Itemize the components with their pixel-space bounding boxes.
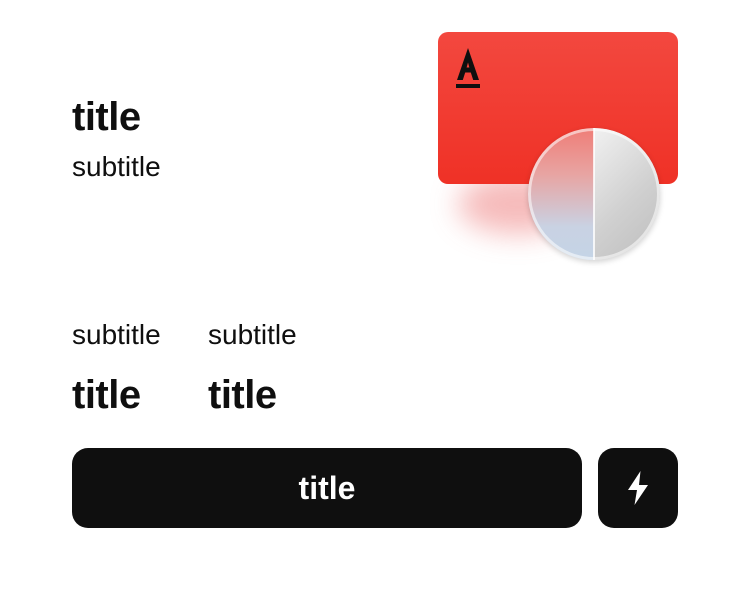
coin-icon	[528, 128, 660, 260]
stat-item: subtitle title	[208, 318, 297, 418]
primary-action-label: title	[298, 470, 356, 506]
coin-ring	[528, 128, 660, 260]
stat-value: title	[72, 373, 141, 417]
stat-label: subtitle	[208, 319, 297, 350]
hero-subtitle: subtitle	[72, 151, 161, 182]
stat-label: subtitle	[72, 319, 161, 350]
stat-item: subtitle title	[72, 318, 161, 418]
lightning-icon	[628, 471, 648, 505]
card-illustration	[428, 24, 688, 274]
bank-logo-icon	[456, 48, 480, 88]
primary-action-button[interactable]: title	[72, 448, 582, 528]
hero-title: title	[72, 95, 141, 139]
stat-value: title	[208, 373, 277, 417]
lightning-button[interactable]	[598, 448, 678, 528]
